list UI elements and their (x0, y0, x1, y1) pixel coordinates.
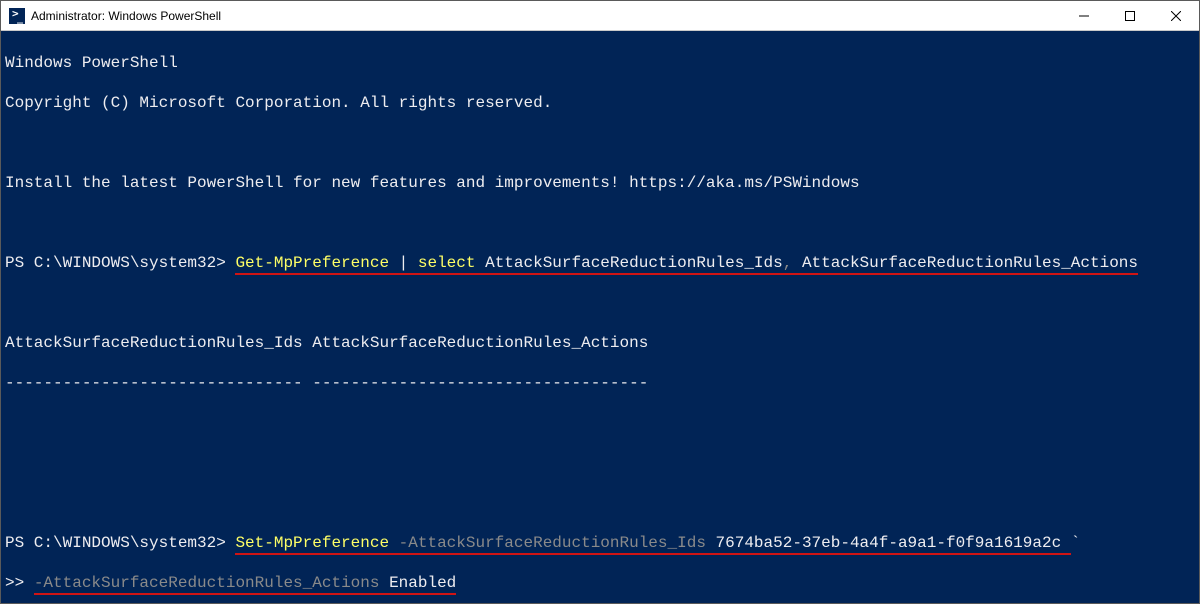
window-title: Administrator: Windows PowerShell (31, 9, 221, 23)
command-continuation: >> -AttackSurfaceReductionRules_Actions … (5, 573, 1195, 593)
output-heading: AttackSurfaceReductionRules_Ids AttackSu… (5, 333, 1195, 353)
banner-line: Copyright (C) Microsoft Corporation. All… (5, 93, 1195, 113)
powershell-icon (9, 8, 25, 24)
powershell-window: Administrator: Windows PowerShell Window… (0, 0, 1200, 604)
titlebar[interactable]: Administrator: Windows PowerShell (1, 1, 1199, 31)
output-separator: ------------------------------- --------… (5, 373, 1195, 393)
command-line: PS C:\WINDOWS\system32> Set-MpPreference… (5, 533, 1195, 553)
maximize-button[interactable] (1107, 1, 1153, 31)
close-button[interactable] (1153, 1, 1199, 31)
terminal-body[interactable]: Windows PowerShell Copyright (C) Microso… (1, 31, 1199, 603)
command-line: PS C:\WINDOWS\system32> Get-MpPreference… (5, 253, 1195, 273)
banner-line: Windows PowerShell (5, 53, 1195, 73)
minimize-button[interactable] (1061, 1, 1107, 31)
banner-line: Install the latest PowerShell for new fe… (5, 173, 1195, 193)
